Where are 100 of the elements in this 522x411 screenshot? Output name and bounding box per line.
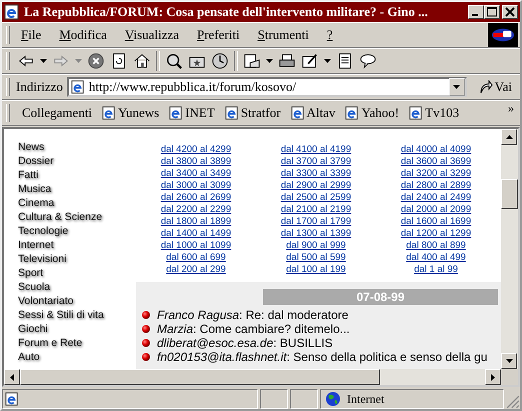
archive-link[interactable]: dal 2900 al 2999 <box>280 180 352 192</box>
menu-item[interactable]: Strumenti <box>248 27 318 43</box>
nav-link[interactable]: Fatti <box>18 168 136 182</box>
scrollbar-thumb[interactable] <box>501 179 518 209</box>
right-arrow-icon[interactable] <box>491 374 495 380</box>
nav-link[interactable]: Scuola <box>18 280 136 294</box>
maximize-button[interactable] <box>484 5 500 19</box>
refresh-icon[interactable] <box>110 52 128 70</box>
archive-link[interactable]: dal 1000 al 1099 <box>160 240 232 252</box>
archive-link[interactable]: dal 3300 al 3399 <box>280 168 352 180</box>
menu-item[interactable]: Preferiti <box>188 27 249 43</box>
dropdown-arrow-icon[interactable] <box>324 59 331 63</box>
archive-link[interactable]: dal 4200 al 4299 <box>160 144 232 156</box>
close-button[interactable] <box>502 5 518 19</box>
minimize-button[interactable] <box>468 5 484 19</box>
horizontal-scrollbar[interactable] <box>4 369 501 385</box>
nav-link[interactable]: Cultura & Scienze <box>18 210 136 224</box>
archive-link[interactable]: dal 1700 al 1799 <box>280 216 352 228</box>
security-zone-label: Internet <box>347 392 384 406</box>
nav-link[interactable]: Tecnologie <box>18 224 136 238</box>
nav-link[interactable]: News <box>18 140 136 154</box>
archive-link[interactable]: dal 1 al 99 <box>414 264 458 276</box>
archive-link[interactable]: dal 500 al 599 <box>286 252 346 264</box>
nav-link[interactable]: Internet <box>18 238 136 252</box>
stop-icon[interactable] <box>87 52 105 70</box>
dropdown-arrow-icon[interactable] <box>266 59 273 63</box>
archive-link[interactable]: dal 1200 al 1299 <box>400 228 472 240</box>
archive-link[interactable]: dal 4100 al 4199 <box>280 144 352 156</box>
document-icon[interactable] <box>336 52 354 70</box>
resize-grip-icon[interactable] <box>506 395 520 409</box>
dropdown-arrow-icon[interactable] <box>453 85 460 89</box>
go-button[interactable]: Vai <box>470 79 518 95</box>
menu-item[interactable]: Visualizza <box>116 27 188 43</box>
bookmark-link[interactable]: INET <box>169 105 215 121</box>
message-link[interactable]: dliberat@esoc.esa.de: BUSILLIS <box>157 336 333 350</box>
archive-link[interactable]: dal 2100 al 2199 <box>280 204 352 216</box>
archive-link[interactable]: dal 2800 al 2899 <box>400 180 472 192</box>
status-pane <box>290 389 318 409</box>
speech-bubble-icon[interactable] <box>359 52 377 70</box>
edit-icon[interactable] <box>301 52 319 70</box>
menu-item[interactable]: Modifica <box>50 27 116 43</box>
archive-link[interactable]: dal 4000 al 4099 <box>400 144 472 156</box>
archive-link[interactable]: dal 400 al 499 <box>406 252 466 264</box>
maximize-icon <box>487 7 497 17</box>
archive-link[interactable]: dal 2000 al 2099 <box>400 204 472 216</box>
archive-link[interactable]: dal 100 al 199 <box>286 264 346 276</box>
archive-link[interactable]: dal 3400 al 3499 <box>160 168 232 180</box>
archive-link[interactable]: dal 3200 al 3299 <box>400 168 472 180</box>
archive-link[interactable]: dal 2200 al 2299 <box>160 204 232 216</box>
archive-link[interactable]: dal 3800 al 3899 <box>160 156 232 168</box>
archive-link[interactable]: dal 2500 al 2599 <box>280 192 352 204</box>
nav-link[interactable]: Musica <box>18 182 136 196</box>
nav-link[interactable]: Forum e Rete <box>18 336 136 350</box>
archive-link[interactable]: dal 3600 al 3699 <box>400 156 472 168</box>
nav-link[interactable]: Sport <box>18 266 136 280</box>
archive-link[interactable]: dal 3700 al 3799 <box>280 156 352 168</box>
history-icon[interactable] <box>211 52 229 70</box>
nav-link[interactable]: Televisioni <box>18 252 136 266</box>
vertical-scrollbar[interactable] <box>501 129 518 369</box>
page-icon <box>102 106 116 120</box>
bookmark-link[interactable]: Altav <box>290 105 336 121</box>
archive-link[interactable]: dal 3000 al 3099 <box>160 180 232 192</box>
archive-link[interactable]: dal 2400 al 2499 <box>400 192 472 204</box>
message-link[interactable]: Franco Ragusa: Re: dal moderatore <box>157 308 348 322</box>
archive-link[interactable]: dal 1400 al 1499 <box>160 228 232 240</box>
archive-link[interactable]: dal 1300 al 1399 <box>280 228 352 240</box>
nav-link[interactable]: Dossier <box>18 154 136 168</box>
message-link[interactable]: Marzia: Come cambiare? ditemelo... <box>157 322 350 336</box>
page-icon <box>290 106 305 120</box>
archive-link[interactable]: dal 800 al 899 <box>406 240 466 252</box>
nav-link[interactable]: Volontariato <box>18 294 136 308</box>
menu-item[interactable]: ? <box>318 27 342 43</box>
bookmark-link[interactable]: Yunews <box>102 105 160 121</box>
left-arrow-icon[interactable] <box>10 374 14 380</box>
nav-link[interactable]: Giochi <box>18 322 136 336</box>
archive-link[interactable]: dal 1800 al 1899 <box>160 216 232 228</box>
bookmark-link[interactable]: Yahoo! <box>345 105 400 121</box>
archive-link[interactable]: dal 2600 al 2699 <box>160 192 232 204</box>
search-icon[interactable] <box>165 52 183 70</box>
print-icon[interactable] <box>278 52 296 70</box>
nav-link[interactable]: Sessi & Stili di vita <box>18 308 136 322</box>
scrollbar-thumb[interactable] <box>20 369 380 385</box>
date-header: 07-08-99 <box>263 289 498 305</box>
home-icon[interactable] <box>133 52 151 70</box>
bookmark-link[interactable]: Tv103 <box>409 105 460 121</box>
address-field[interactable]: http://www.repubblica.it/forum/kosovo/ <box>66 77 467 97</box>
bookmark-link[interactable]: Stratfor <box>224 105 281 121</box>
more-links-button[interactable]: » <box>508 101 518 116</box>
archive-link[interactable]: dal 600 al 699 <box>166 252 226 264</box>
archive-link[interactable]: dal 1600 al 1699 <box>400 216 472 228</box>
archive-link[interactable]: dal 200 al 299 <box>166 264 226 276</box>
down-arrow-icon[interactable] <box>506 359 512 363</box>
up-arrow-icon[interactable] <box>506 135 512 139</box>
menu-item[interactable]: File <box>12 27 50 43</box>
archive-link[interactable]: dal 900 al 999 <box>286 240 346 252</box>
nav-link[interactable]: Auto <box>18 350 136 364</box>
message-link[interactable]: fn020153@ita.flashnet.it: Senso della politica e senso della gu <box>157 350 488 364</box>
curved-arrow-icon <box>478 80 493 94</box>
dropdown-arrow-icon[interactable] <box>40 59 47 63</box>
nav-link[interactable]: Cinema <box>18 196 136 210</box>
